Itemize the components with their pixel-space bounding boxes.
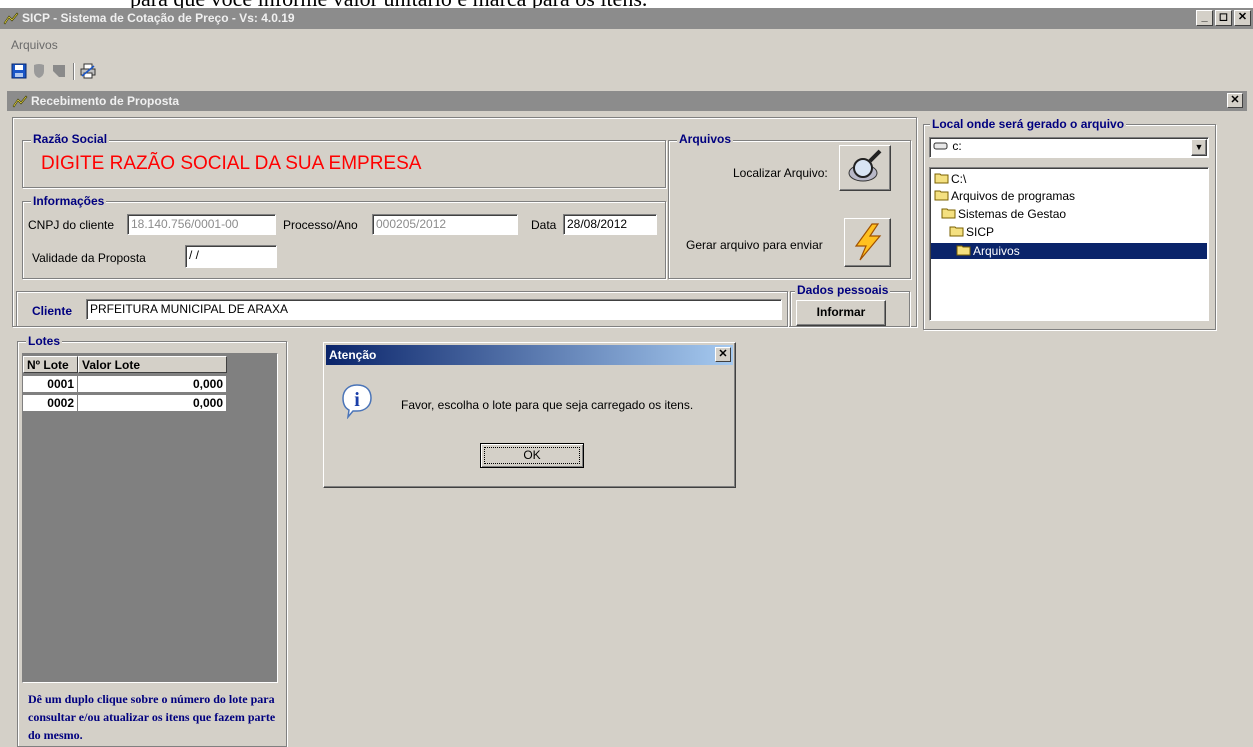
arquivos-legend: Arquivos bbox=[677, 132, 734, 146]
stop-icon[interactable] bbox=[51, 63, 67, 79]
drive-value: c: bbox=[952, 139, 962, 153]
drive-icon bbox=[933, 142, 948, 150]
child-window-title-bar[interactable]: Recebimento de Proposta ✕ bbox=[7, 91, 1247, 111]
data-field[interactable]: 28/08/2012 bbox=[563, 214, 657, 235]
informacoes-group bbox=[22, 201, 666, 279]
table-row-lote[interactable]: 0001 bbox=[23, 376, 78, 393]
tree-node-label: Arquivos bbox=[973, 244, 1020, 258]
minimize-button[interactable]: _ bbox=[1196, 10, 1213, 26]
tree-node-arquivos-de-programas[interactable]: Arquivos de programas bbox=[934, 188, 1075, 204]
child-window-icon bbox=[12, 95, 28, 108]
save-icon[interactable] bbox=[11, 63, 27, 79]
informar-button[interactable]: Informar bbox=[796, 300, 886, 326]
tree-node-sistemas-de-gestao[interactable]: Sistemas de Gestao bbox=[941, 206, 1066, 222]
folder-open-icon bbox=[941, 208, 956, 219]
lotes-legend: Lotes bbox=[26, 334, 63, 348]
tree-node-label: Arquivos de programas bbox=[951, 189, 1076, 203]
local-legend: Local onde será gerado o arquivo bbox=[930, 117, 1127, 131]
gerar-label: Gerar arquivo para enviar bbox=[686, 238, 823, 252]
column-header-valor[interactable]: Valor Lote bbox=[78, 356, 227, 373]
dialog-title-bar[interactable]: Atenção ✕ bbox=[326, 345, 733, 365]
search-icon bbox=[848, 149, 882, 182]
chevron-down-icon[interactable]: ▼ bbox=[1191, 139, 1207, 156]
validade-label: Validade da Proposta bbox=[32, 251, 146, 265]
cliente-label: Cliente bbox=[32, 304, 73, 318]
app-logo-icon bbox=[3, 12, 19, 25]
table-row-lote[interactable]: 0002 bbox=[23, 395, 78, 412]
localizar-arquivo-button[interactable] bbox=[839, 145, 891, 191]
processo-label: Processo/Ano bbox=[283, 218, 358, 232]
folder-open-icon bbox=[949, 226, 964, 237]
close-button[interactable]: ✕ bbox=[1234, 10, 1251, 26]
localizar-label: Localizar Arquivo: bbox=[733, 166, 828, 180]
atencao-dialog: Atenção ✕ i Favor, escolha o lote para q… bbox=[323, 342, 736, 488]
ok-button[interactable]: OK bbox=[480, 443, 584, 468]
validade-field[interactable]: / / bbox=[185, 245, 277, 268]
table-row-valor[interactable]: 0,000 bbox=[78, 395, 227, 412]
dialog-message: Favor, escolha o lote para que seja carr… bbox=[401, 398, 694, 412]
ok-button-label: OK bbox=[484, 447, 580, 464]
folder-open-icon bbox=[956, 245, 971, 256]
cliente-field[interactable]: PRFEITURA MUNICIPAL DE ARAXA bbox=[86, 299, 782, 320]
column-header-lote[interactable]: Nº Lote bbox=[23, 356, 78, 373]
data-label: Data bbox=[531, 218, 557, 232]
tree-node-arquivos-selected[interactable]: Arquivos bbox=[931, 243, 1207, 259]
menu-arquivos[interactable]: Arquivos bbox=[11, 38, 58, 52]
dialog-title: Atenção bbox=[329, 348, 377, 362]
drive-select[interactable]: c: bbox=[929, 137, 1209, 158]
lightning-icon bbox=[854, 223, 881, 261]
child-close-button[interactable]: ✕ bbox=[1227, 93, 1243, 108]
menu-bar: Arquivos bbox=[0, 29, 1253, 57]
app-title-bar[interactable]: SICP - Sistema de Cotação de Preço - Vs:… bbox=[0, 8, 1253, 29]
tree-node-label: SICP bbox=[966, 225, 995, 239]
child-window-title: Recebimento de Proposta bbox=[31, 94, 180, 108]
razao-social-value[interactable]: DIGITE RAZÃO SOCIAL DA SUA EMPRESA bbox=[41, 153, 421, 175]
print-icon[interactable] bbox=[80, 63, 96, 79]
tree-node-label: C:\ bbox=[951, 172, 967, 186]
tree-node-label: Sistemas de Gestao bbox=[958, 207, 1067, 221]
lotes-hint: Dê um duplo clique sobre o número do lot… bbox=[28, 692, 276, 742]
info-icon: i bbox=[342, 384, 372, 419]
dados-pessoais-legend: Dados pessoais bbox=[795, 283, 891, 297]
cnpj-field[interactable]: 18.140.756/0001-00 bbox=[127, 214, 276, 235]
gerar-arquivo-button[interactable] bbox=[844, 218, 891, 267]
restore-button[interactable]: ◻ bbox=[1215, 10, 1232, 26]
informacoes-legend: Informações bbox=[31, 194, 107, 208]
toolbar-separator bbox=[73, 63, 75, 80]
folder-open-icon bbox=[934, 173, 949, 184]
shield-icon[interactable] bbox=[31, 63, 47, 79]
cnpj-label: CNPJ do cliente bbox=[28, 218, 115, 232]
toolbar bbox=[0, 57, 1253, 86]
table-row-valor[interactable]: 0,000 bbox=[78, 376, 227, 393]
tree-node-c[interactable]: C:\ bbox=[934, 171, 966, 187]
svg-text:i: i bbox=[354, 389, 360, 411]
folder-open-icon bbox=[934, 190, 949, 201]
dialog-close-button[interactable]: ✕ bbox=[715, 347, 731, 362]
razao-social-legend: Razão Social bbox=[31, 132, 110, 146]
processo-field[interactable]: 000205/2012 bbox=[372, 214, 518, 235]
app-title: SICP - Sistema de Cotação de Preço - Vs:… bbox=[22, 11, 295, 25]
tree-node-sicp[interactable]: SICP bbox=[949, 224, 994, 240]
